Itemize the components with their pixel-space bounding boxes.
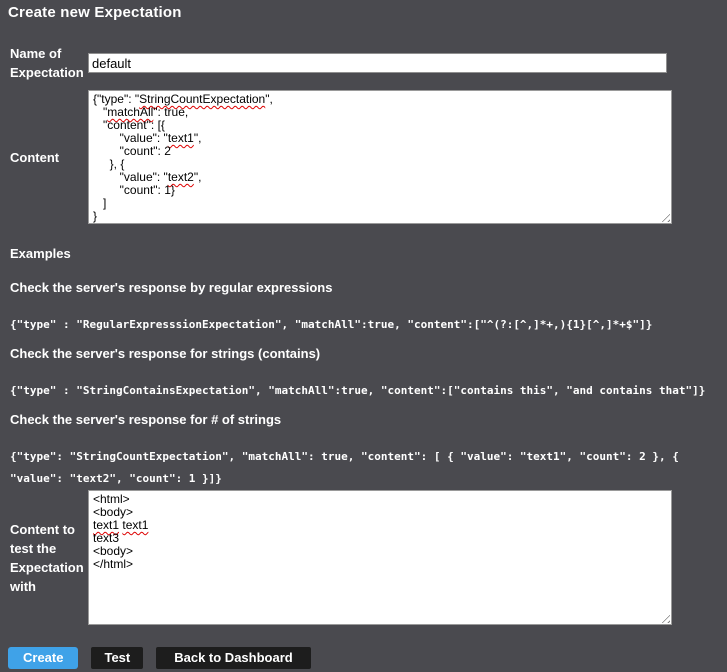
content-editor[interactable]: {"type": "StringCountExpectation", "matc… bbox=[88, 90, 672, 224]
example-count: Check the server's response for # of str… bbox=[10, 412, 727, 490]
example-regex-code: {"type" : "RegularExpresssionExpectation… bbox=[10, 314, 727, 336]
content-editor-text[interactable]: {"type": "StringCountExpectation", "matc… bbox=[89, 91, 671, 223]
expectation-name-input[interactable] bbox=[88, 53, 667, 73]
create-expectation-page: Create new Expectation Name of Expectati… bbox=[0, 0, 727, 672]
back-to-dashboard-button[interactable]: Back to Dashboard bbox=[156, 647, 310, 669]
example-regex-caption: Check the server's response by regular e… bbox=[10, 280, 727, 295]
examples-heading: Examples bbox=[10, 246, 727, 261]
name-of-expectation-label: Name of Expectation bbox=[10, 44, 84, 82]
button-row: Create Test Back to Dashboard bbox=[8, 647, 727, 669]
example-contains: Check the server's response for strings … bbox=[10, 346, 727, 402]
example-contains-code: {"type" : "StringContainsExpectation", "… bbox=[10, 380, 727, 402]
page-title: Create new Expectation bbox=[0, 0, 727, 21]
test-content-row: Content to test the Expectation with <ht… bbox=[10, 490, 727, 625]
content-label: Content bbox=[10, 148, 84, 167]
test-content-editor[interactable]: <html> <body> text1 text1 text3 <body> <… bbox=[88, 490, 672, 625]
name-row: Name of Expectation bbox=[10, 44, 727, 82]
example-count-caption: Check the server's response for # of str… bbox=[10, 412, 727, 427]
test-content-label: Content to test the Expectation with bbox=[10, 520, 84, 596]
example-regex: Check the server's response by regular e… bbox=[10, 280, 727, 336]
create-button[interactable]: Create bbox=[8, 647, 78, 669]
test-button[interactable]: Test bbox=[91, 647, 143, 669]
example-count-code: {"type": "StringCountExpectation", "matc… bbox=[10, 446, 727, 490]
test-content-editor-text[interactable]: <html> <body> text1 text1 text3 <body> <… bbox=[89, 491, 671, 624]
content-row: Content {"type": "StringCountExpectation… bbox=[10, 90, 727, 224]
example-contains-caption: Check the server's response for strings … bbox=[10, 346, 727, 361]
examples-section: Examples Check the server's response by … bbox=[10, 246, 727, 490]
